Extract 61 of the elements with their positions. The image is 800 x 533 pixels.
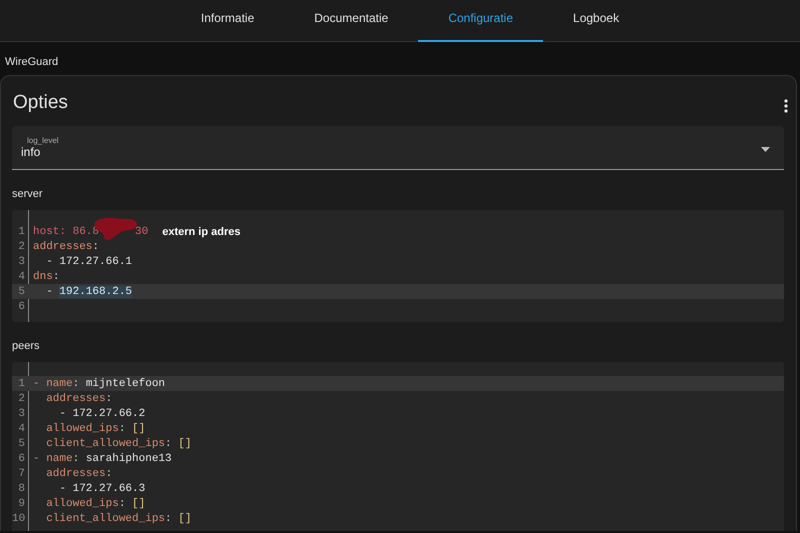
line-number: 3 bbox=[17, 408, 26, 420]
code-text: : bbox=[118, 422, 126, 434]
code-text: client_allowed_ips bbox=[45, 512, 166, 524]
code-text: dns bbox=[33, 270, 53, 282]
code-text: - name bbox=[33, 378, 73, 390]
code-text: sarahiphone13 bbox=[86, 452, 172, 464]
code-text: [] bbox=[132, 498, 146, 510]
code-text: - 172.27.66.2 bbox=[58, 408, 146, 420]
tab[interactable]: Informatie bbox=[170, 0, 284, 42]
section-label: peers bbox=[12, 340, 41, 352]
tab[interactable]: Configuratie bbox=[418, 0, 544, 42]
code-text: mijntelefoon bbox=[86, 378, 166, 390]
code-text: : bbox=[92, 240, 100, 252]
line-number: 8 bbox=[17, 482, 26, 494]
line-number: 7 bbox=[17, 468, 26, 480]
code-text: - bbox=[45, 286, 54, 298]
line-number: 1 bbox=[17, 226, 26, 238]
line-number: 1 bbox=[17, 378, 26, 390]
code-text: [] bbox=[178, 438, 192, 450]
line-number: 5 bbox=[17, 438, 26, 450]
line-number: 2 bbox=[17, 392, 26, 404]
annotation-text: extern ip adres bbox=[162, 226, 240, 238]
code-text: addresses bbox=[45, 392, 106, 404]
tab[interactable]: Logboek bbox=[543, 0, 650, 42]
code-text: client_allowed_ips bbox=[45, 438, 166, 450]
app-title: WireGuard bbox=[4, 55, 60, 70]
line-number: 4 bbox=[17, 270, 26, 282]
log-level-dropdown[interactable]: log_level info bbox=[12, 126, 784, 170]
code-text: : bbox=[72, 452, 80, 464]
code-text: - name bbox=[33, 452, 73, 464]
code-text: : bbox=[165, 512, 173, 524]
selected-code-text: 192.168.2.5 bbox=[59, 286, 132, 298]
code-text: - 172.27.66.3 bbox=[58, 482, 146, 494]
line-number: 5 bbox=[17, 286, 26, 298]
card-title: Opties bbox=[13, 92, 68, 114]
section-label: server bbox=[12, 188, 44, 200]
line-number: 10 bbox=[12, 512, 26, 524]
code-text: [] bbox=[178, 512, 192, 524]
code-text: addresses bbox=[33, 240, 92, 252]
line-number: 6 bbox=[17, 300, 26, 312]
code-text: allowed_ips bbox=[45, 498, 119, 510]
code-text: : bbox=[165, 438, 173, 450]
caret-icon bbox=[761, 146, 770, 152]
code-text: addresses bbox=[45, 468, 106, 480]
code-text: 30 bbox=[135, 226, 148, 238]
code-text: - 172.27.66.1 bbox=[45, 256, 132, 268]
code-text: : bbox=[106, 392, 112, 404]
code-text: [] bbox=[132, 422, 146, 434]
code-text: : bbox=[72, 378, 80, 390]
more-options-icon[interactable] bbox=[784, 99, 788, 113]
line-number: 2 bbox=[17, 240, 26, 252]
line-number: 3 bbox=[17, 256, 26, 268]
line-number: 6 bbox=[17, 452, 26, 464]
code-text: : bbox=[118, 498, 126, 510]
tab[interactable]: Documentatie bbox=[284, 0, 418, 42]
code-text: allowed_ips bbox=[45, 422, 119, 434]
code-text: : bbox=[52, 270, 60, 282]
line-number: 9 bbox=[17, 498, 26, 510]
code-editor[interactable]: 1 - name: mijntelefoon 2 addresses: 3 - 172.27.66.2 4 allowed_ips: [] 5 client_allowed_ips: [] 6 - name: sarahiphone13 7 addresses: 8 - 172.27.66.3 9 allowed_ips: [] 10 client_allowed_ips: [] bbox=[12, 362, 784, 531]
code-text: : bbox=[106, 468, 112, 480]
line-number: 4 bbox=[17, 422, 26, 434]
